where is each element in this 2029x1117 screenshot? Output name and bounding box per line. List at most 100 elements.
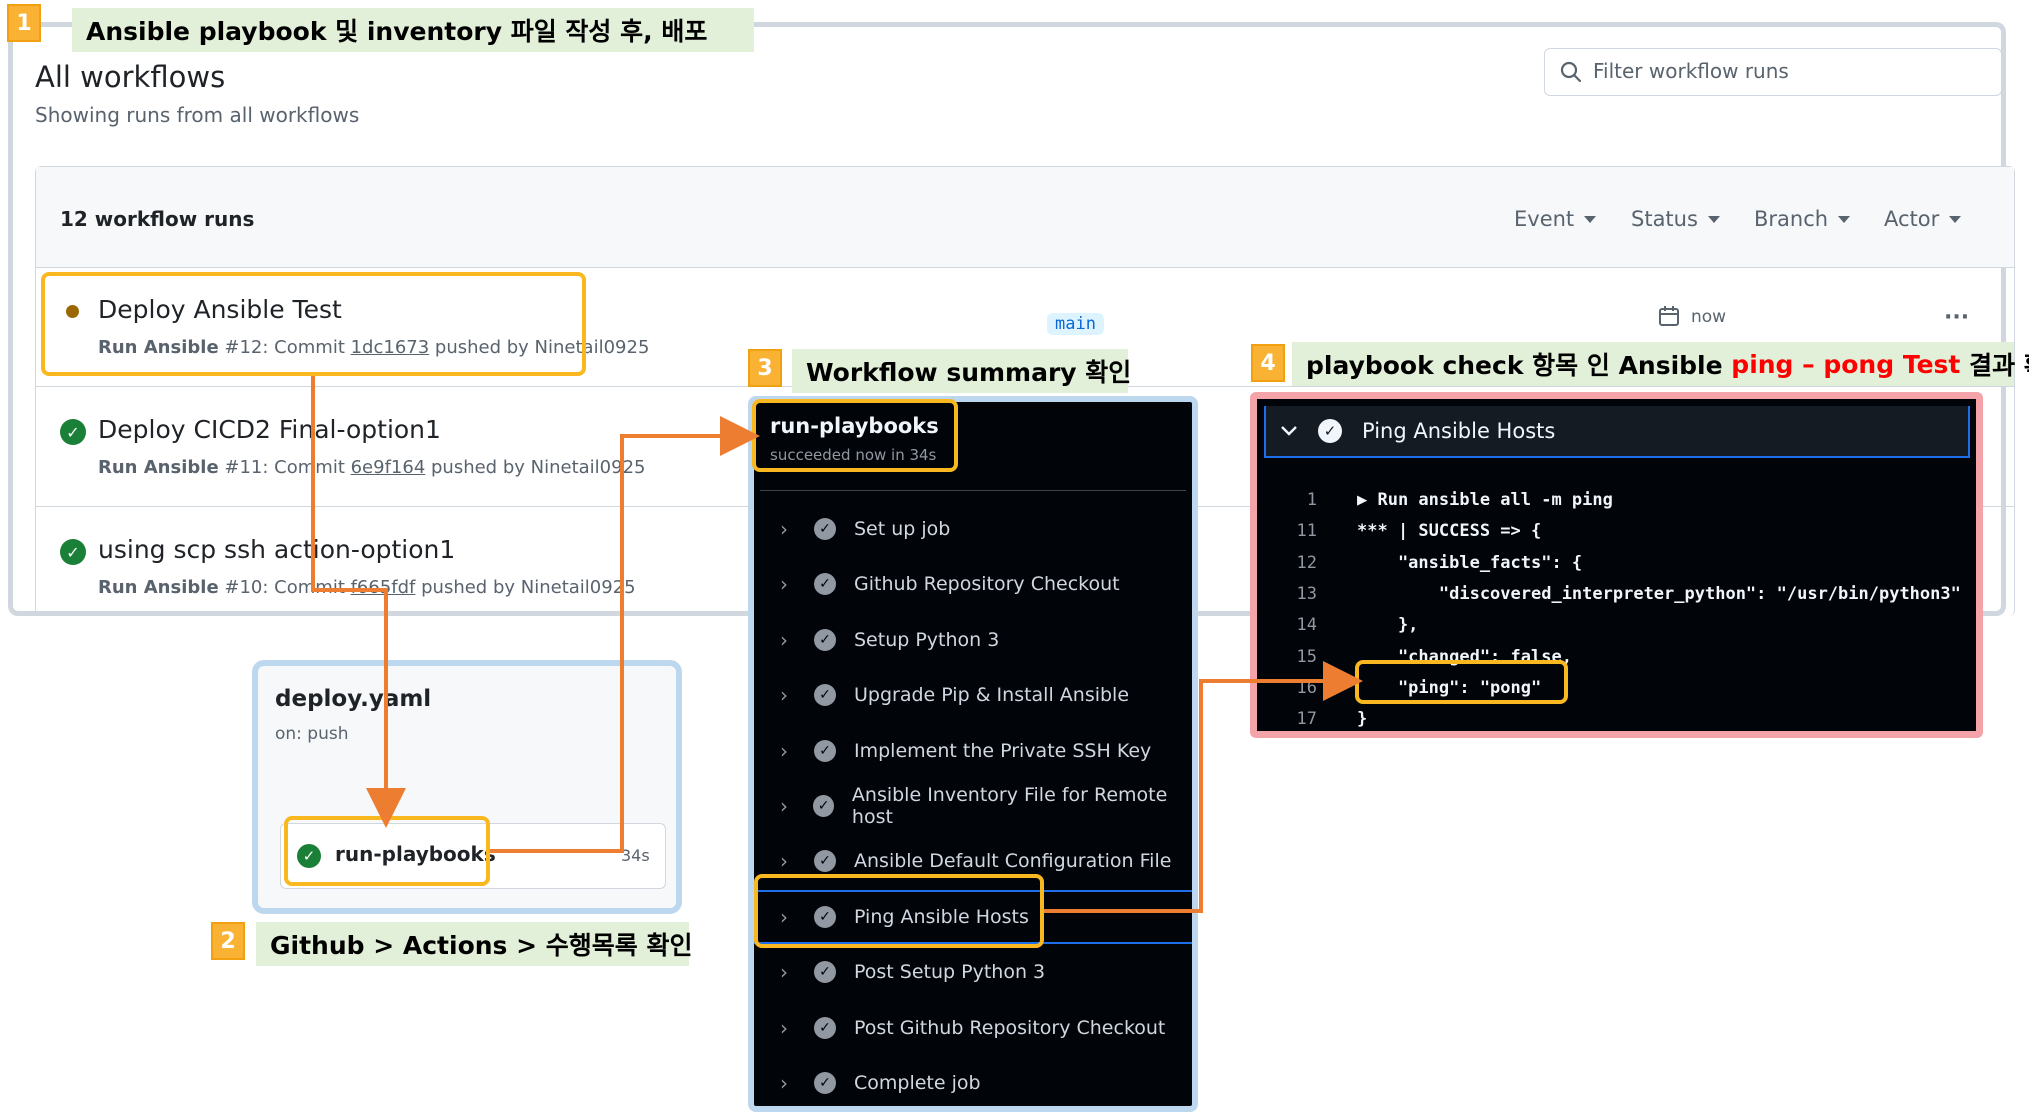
log-line: 12 "ansible_facts": { <box>1257 553 1976 583</box>
job-step[interactable]: › ✓ Github Repository Checkout <box>754 557 1192 611</box>
runs-count: 12 workflow runs <box>60 207 255 231</box>
job-step[interactable]: › ✓ Upgrade Pip & Install Ansible <box>754 668 1192 722</box>
job-step[interactable]: › ✓ Setup Python 3 <box>754 613 1192 667</box>
log-line-text: *** | SUCCESS => { <box>1357 521 1542 542</box>
highlight-ping-step <box>754 874 1044 948</box>
callout-badge-1: 1 <box>7 4 41 42</box>
log-line-text: } <box>1357 709 1368 730</box>
page-title: All workflows <box>35 60 226 94</box>
run-title[interactable]: Deploy CICD2 Final-option1 <box>98 415 441 444</box>
step-success-icon: ✓ <box>813 795 834 817</box>
job-step[interactable]: › ✓ Implement the Private SSH Key <box>754 724 1192 778</box>
log-line-number: 14 <box>1296 615 1317 636</box>
log-line-number: 15 <box>1296 646 1317 667</box>
step-success-icon: ✓ <box>814 850 836 873</box>
log-line: 1 ▶ Run ansible all -m ping <box>1257 490 1976 520</box>
filter-branch-label: Branch <box>1754 207 1829 231</box>
chevron-right-icon[interactable]: › <box>780 849 792 873</box>
log-line-text: "ansible_facts": { <box>1357 552 1583 573</box>
filter-workflow-runs-input[interactable]: Filter workflow runs <box>1544 48 2002 96</box>
divider <box>760 490 1186 491</box>
log-line-text: ▶ Run ansible all -m ping <box>1357 490 1613 510</box>
step-success-icon: ✓ <box>1318 419 1342 443</box>
callout-badge-3: 3 <box>748 349 782 387</box>
commit-link[interactable]: f665fdf <box>351 577 416 598</box>
chevron-down-icon[interactable] <box>1280 419 1298 443</box>
job-step-label: Implement the Private SSH Key <box>854 739 1152 762</box>
search-icon <box>1559 60 1583 88</box>
job-step-label: Ansible Inventory File for Remote host <box>851 784 1168 828</box>
step-success-icon: ✓ <box>814 739 836 762</box>
job-step-label: Post Setup Python 3 <box>854 961 1046 984</box>
job-step-label: Ansible Default Configuration File <box>854 850 1172 873</box>
log-line-number: 17 <box>1296 709 1317 730</box>
highlight-yaml-job <box>284 816 490 886</box>
step-success-icon: ✓ <box>814 1016 836 1039</box>
job-step[interactable]: › ✓ Complete job <box>754 1056 1192 1110</box>
log-line: 17} <box>1257 709 1976 739</box>
chevron-right-icon[interactable]: › <box>780 960 792 984</box>
caret-down-icon <box>1949 215 1962 223</box>
job-step[interactable]: › ✓ Post Github Repository Checkout <box>754 1001 1192 1055</box>
chevron-right-icon[interactable]: › <box>780 1016 792 1040</box>
callout-label-4-text: playbook check 항목 인 Ansible <box>1306 351 1732 380</box>
filter-status-dropdown[interactable]: Status <box>1631 207 1720 231</box>
success-check-icon: ✓ <box>60 419 86 445</box>
log-line-number: 11 <box>1296 521 1317 542</box>
run-title[interactable]: using scp ssh action-option1 <box>98 535 455 564</box>
runs-list-header: 12 workflow runs Event Status Branch Act… <box>36 167 2014 268</box>
more-options-icon[interactable]: ··· <box>1944 305 1969 330</box>
filter-actor-label: Actor <box>1884 207 1940 231</box>
chevron-right-icon[interactable]: › <box>780 517 792 541</box>
callout-label-2: Github > Actions > 수행목록 확인 <box>256 922 693 966</box>
callout-label-1: Ansible playbook 및 inventory 파일 작성 후, 배포 <box>72 8 754 52</box>
highlight-ping-pong <box>1355 660 1568 704</box>
commit-link[interactable]: 6e9f164 <box>351 457 426 478</box>
job-step-label: Complete job <box>854 1072 981 1094</box>
filter-actor-dropdown[interactable]: Actor <box>1884 207 1962 231</box>
log-line-text: }, <box>1357 615 1419 636</box>
filter-event-dropdown[interactable]: Event <box>1514 207 1597 231</box>
log-line-number: 16 <box>1296 677 1317 698</box>
job-step-label: Upgrade Pip & Install Ansible <box>854 684 1130 707</box>
log-line-text: "discovered_interpreter_python": "/usr/b… <box>1357 583 1961 604</box>
job-step-label: Post Github Repository Checkout <box>854 1016 1166 1039</box>
log-line: 11 *** | SUCCESS => { <box>1257 521 1976 551</box>
chevron-right-icon[interactable]: › <box>780 572 792 596</box>
log-line: 13 "discovered_interpreter_python": "/us… <box>1257 584 1976 614</box>
log-line-number: 13 <box>1296 583 1317 604</box>
run-time: now <box>1691 307 1727 327</box>
highlight-run-12 <box>41 272 586 376</box>
step-success-icon: ✓ <box>814 684 836 707</box>
step-success-icon: ✓ <box>814 1072 836 1094</box>
job-step[interactable]: › ✓ Post Setup Python 3 <box>754 945 1192 999</box>
job-step[interactable]: › ✓ Ansible Inventory File for Remote host <box>754 779 1192 833</box>
log-line-number: 1 <box>1306 490 1317 510</box>
chevron-right-icon[interactable]: › <box>780 683 792 707</box>
job-step-label: Github Repository Checkout <box>854 573 1120 596</box>
workflow-file-name: deploy.yaml <box>275 686 432 712</box>
job-step-label: Setup Python 3 <box>854 628 1000 651</box>
step-log-header[interactable]: ✓ Ping Ansible Hosts <box>1264 406 1970 458</box>
filter-event-label: Event <box>1514 207 1575 231</box>
filter-branch-dropdown[interactable]: Branch <box>1754 207 1851 231</box>
chevron-right-icon[interactable]: › <box>780 739 792 763</box>
job-step[interactable]: › ✓ Set up job <box>754 502 1192 556</box>
calendar-icon <box>1658 305 1680 331</box>
callout-label-3: Workflow summary 확인 <box>792 349 1131 393</box>
callout-badge-2: 2 <box>211 922 245 960</box>
branch-label[interactable]: main <box>1047 313 1104 335</box>
chevron-right-icon[interactable]: › <box>780 628 792 652</box>
caret-down-icon <box>1584 215 1597 223</box>
step-log-title: Ping Ansible Hosts <box>1362 419 1556 443</box>
caret-down-icon <box>1707 215 1720 223</box>
step-success-icon: ✓ <box>814 518 836 540</box>
chevron-right-icon[interactable]: › <box>780 794 791 818</box>
chevron-right-icon[interactable]: › <box>780 1071 792 1095</box>
log-line: 14 }, <box>1257 615 1976 645</box>
callout-label-4-emphasis: ping – pong Test <box>1731 349 1961 379</box>
caret-down-icon <box>1838 215 1851 223</box>
step-success-icon: ✓ <box>814 573 836 596</box>
callout-label-4-text-end: 결과 확인 <box>1969 351 2029 380</box>
run-subtitle: Run Ansible #11: Commit 6e9f164 pushed b… <box>98 457 646 478</box>
